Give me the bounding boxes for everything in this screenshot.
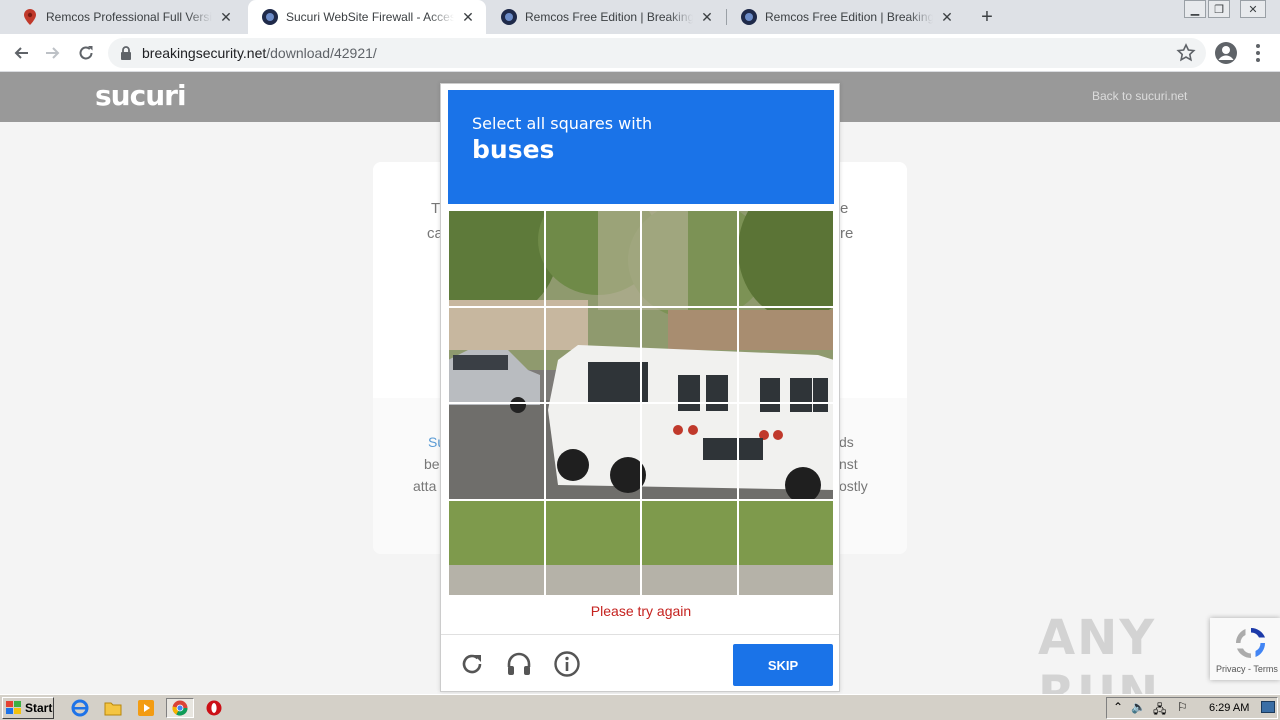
captcha-tile[interactable]: [448, 306, 545, 403]
new-tab-button[interactable]: +: [976, 6, 998, 28]
audio-challenge-icon[interactable]: [504, 649, 534, 679]
tab-remcos-free-2[interactable]: Remcos Free Edition | BreakingSecurity ✕: [727, 0, 965, 34]
sucuri-logo: sucuri: [95, 79, 187, 112]
reload-challenge-icon[interactable]: [457, 649, 487, 679]
start-button[interactable]: Start: [2, 697, 54, 719]
tab-sucuri-firewall[interactable]: Sucuri WebSite Firewall - Access Denied …: [248, 0, 486, 34]
captcha-tile[interactable]: [544, 210, 641, 307]
file-explorer-icon[interactable]: [103, 698, 123, 718]
windows-logo-icon: [6, 701, 21, 714]
captcha-tile[interactable]: [544, 403, 641, 500]
action-center-flag-icon[interactable]: ⚐: [1177, 700, 1188, 714]
tab-title: Sucuri WebSite Firewall - Access Denied: [286, 10, 454, 24]
captcha-tile[interactable]: [641, 403, 738, 500]
breakingsecurity-icon: [741, 9, 757, 25]
profile-avatar-icon[interactable]: [1214, 41, 1238, 65]
tab-remcos-free-1[interactable]: Remcos Free Edition | BreakingSecurity ✕: [487, 0, 725, 34]
captcha-image-grid: [448, 210, 834, 596]
text-fragment: re: [840, 225, 854, 242]
close-tab-icon[interactable]: ✕: [699, 9, 715, 25]
captcha-target-word: buses: [472, 135, 555, 164]
close-tab-icon[interactable]: ✕: [939, 9, 955, 25]
tab-title: Remcos Free Edition | BreakingSecurity: [765, 10, 933, 24]
browser-menu-icon[interactable]: [1250, 42, 1266, 64]
minimize-icon[interactable]: ▁: [1184, 0, 1206, 18]
bookmark-star-icon[interactable]: [1176, 43, 1196, 63]
show-desktop-icon[interactable]: [1261, 701, 1275, 713]
captcha-tile[interactable]: [641, 499, 738, 596]
info-icon[interactable]: [552, 649, 582, 679]
system-tray: ⌃ 🔈 🖧 ⚐ 6:29 AM: [1106, 697, 1278, 719]
captcha-instruction-text: Select all squares with: [472, 114, 653, 133]
tab-remcos-professional[interactable]: Remcos Professional Full Version Downloa…: [8, 0, 244, 34]
url-host: breakingsecurity.net: [142, 45, 267, 61]
text-fragment: ds: [839, 434, 854, 450]
network-icon[interactable]: 🖧: [1153, 700, 1166, 720]
media-player-icon[interactable]: [136, 698, 156, 718]
captcha-tile[interactable]: [737, 306, 834, 403]
forward-arrow-icon[interactable]: [40, 40, 66, 66]
captcha-tile[interactable]: [737, 210, 834, 307]
recaptcha-challenge: Select all squares with buses Please try…: [440, 83, 840, 692]
breakingsecurity-icon: [501, 9, 517, 25]
address-bar[interactable]: breakingsecurity.net/download/42921/: [108, 38, 1206, 68]
browser-toolbar: breakingsecurity.net/download/42921/: [0, 34, 1280, 72]
captcha-tile[interactable]: [544, 499, 641, 596]
captcha-tile[interactable]: [737, 499, 834, 596]
lock-icon: [120, 46, 134, 60]
windows-taskbar: Start ⌃ 🔈 🖧 ⚐ 6:29 AM: [0, 694, 1280, 720]
chrome-icon: [172, 700, 188, 716]
close-window-icon[interactable]: ✕: [1240, 0, 1266, 18]
captcha-footer: SKIP: [441, 634, 839, 692]
skip-button[interactable]: SKIP: [733, 644, 833, 686]
back-to-sucuri-link[interactable]: Back to sucuri.net: [1092, 89, 1187, 103]
close-tab-icon[interactable]: ✕: [460, 9, 476, 25]
back-arrow-icon[interactable]: [8, 40, 34, 66]
chrome-taskbar-button[interactable]: [166, 698, 194, 718]
opera-icon[interactable]: [204, 698, 224, 718]
text-fragment: e: [840, 200, 849, 217]
captcha-tile[interactable]: [641, 306, 738, 403]
captcha-instructions: Select all squares with buses: [448, 90, 834, 204]
close-tab-icon[interactable]: ✕: [218, 9, 234, 25]
tab-title: Remcos Free Edition | BreakingSecurity: [525, 10, 693, 24]
privacy-terms-text[interactable]: Privacy - Terms: [1216, 664, 1278, 674]
captcha-tile[interactable]: [448, 499, 545, 596]
reload-icon[interactable]: [73, 40, 99, 66]
text-fragment: atta: [413, 478, 437, 494]
text-fragment: T: [431, 200, 441, 217]
text-fragment: nst: [839, 456, 858, 472]
captcha-error-message: Please try again: [590, 603, 692, 619]
recaptcha-badge[interactable]: Privacy - Terms: [1210, 618, 1280, 680]
restore-icon[interactable]: ❐: [1208, 0, 1230, 18]
text-fragment: ostly: [839, 478, 868, 494]
captcha-tile[interactable]: [448, 210, 545, 307]
captcha-tile[interactable]: [448, 403, 545, 500]
start-label: Start: [25, 701, 53, 715]
taskbar-clock[interactable]: 6:29 AM: [1209, 702, 1249, 714]
captcha-tile[interactable]: [641, 210, 738, 307]
tab-title: Remcos Professional Full Version Downloa…: [46, 10, 212, 24]
internet-explorer-icon[interactable]: [70, 698, 90, 718]
breakingsecurity-icon: [262, 9, 278, 25]
url-path: /download/42921/: [266, 45, 377, 61]
volume-icon[interactable]: 🔈: [1131, 700, 1146, 714]
map-pin-icon: [22, 9, 38, 25]
captcha-tile[interactable]: [737, 403, 834, 500]
captcha-tile[interactable]: [544, 306, 641, 403]
text-fragment: be: [424, 456, 440, 472]
tab-strip: Remcos Professional Full Version Downloa…: [0, 0, 1280, 34]
tray-expand-icon[interactable]: ⌃: [1113, 700, 1123, 714]
recaptcha-logo-icon: [1235, 627, 1266, 659]
